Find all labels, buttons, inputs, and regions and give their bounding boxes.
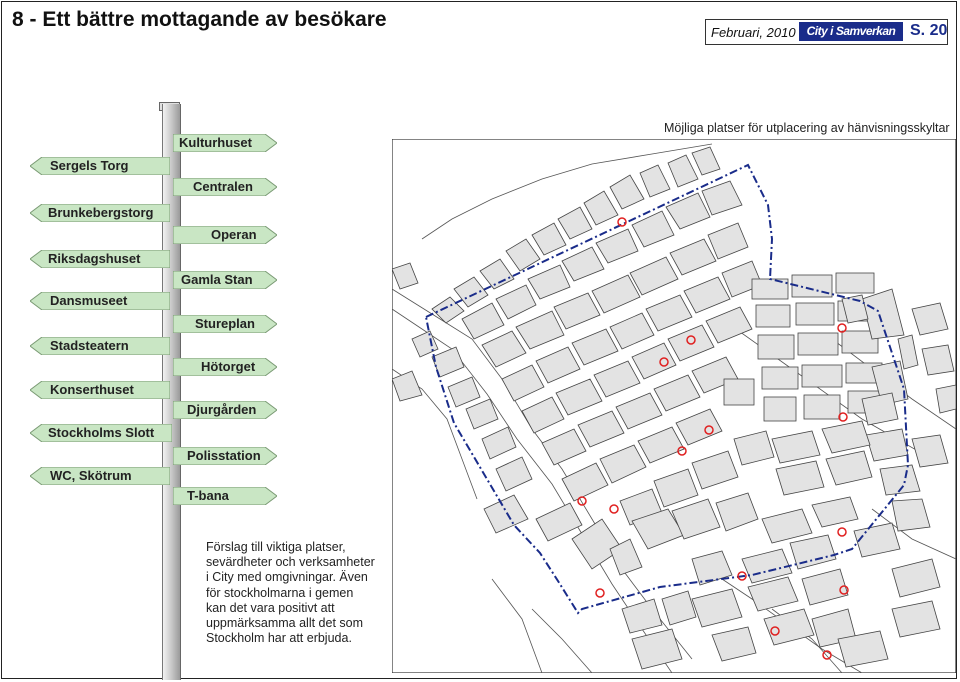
sign-label: Djurgården [187, 402, 257, 417]
sign-stureplan: Stureplan [173, 315, 277, 333]
sign-centralen: Centralen [173, 178, 277, 196]
sign-stadsteatern: Stadsteatern [30, 337, 170, 355]
page-number: S. 20 [910, 22, 948, 39]
sign-riksdagshuset: Riksdagshuset [30, 250, 170, 268]
sign-djurgarden: Djurgården [173, 401, 277, 419]
sign-label: Stureplan [195, 316, 255, 331]
header-date: Februari, 2010 [711, 25, 796, 40]
city-map [392, 139, 956, 673]
sign-label: T-bana [187, 488, 229, 503]
description-text: Förslag till viktiga platser, sevärdhete… [206, 540, 375, 646]
sign-hotorget: Hötorget [173, 358, 277, 376]
sign-label: Operan [211, 227, 257, 242]
sign-label: Hötorget [201, 359, 256, 374]
sign-label: Kulturhuset [179, 135, 252, 150]
sign-wc-skotrum: WC, Skötrum [30, 467, 170, 485]
sign-stockholms-slott: Stockholms Slott [30, 424, 172, 442]
sign-label: Polisstation [187, 448, 261, 463]
sign-konserthuset: Konserthuset [30, 381, 170, 399]
city-i-samverkan-logo: City i Samverkan [799, 22, 903, 41]
sign-label: Sergels Torg [50, 158, 129, 173]
sign-t-bana: T-bana [173, 487, 277, 505]
sign-label: Gamla Stan [181, 272, 253, 287]
sign-brunkebergstorg: Brunkebergstorg [30, 204, 170, 222]
sign-kulturhuset: Kulturhuset [173, 134, 277, 152]
map-caption: Möjliga platser för utplacering av hänvi… [664, 121, 950, 135]
sign-operan: Operan [173, 226, 277, 244]
sign-label: WC, Skötrum [50, 468, 132, 483]
sign-gamla-stan: Gamla Stan [173, 271, 277, 289]
sign-label: Centralen [193, 179, 253, 194]
sign-label: Stockholms Slott [48, 425, 155, 440]
sign-dansmuseet: Dansmuseet [30, 292, 170, 310]
sign-sergels-torg: Sergels Torg [30, 157, 170, 175]
sign-label: Stadsteatern [50, 338, 129, 353]
page-title: 8 - Ett bättre mottagande av besökare [12, 8, 387, 31]
sign-label: Konserthuset [50, 382, 134, 397]
sign-label: Riksdagshuset [48, 251, 141, 266]
sign-label: Brunkebergstorg [48, 205, 154, 220]
sign-label: Dansmuseet [50, 293, 128, 308]
sign-polisstation: Polisstation [173, 447, 277, 465]
